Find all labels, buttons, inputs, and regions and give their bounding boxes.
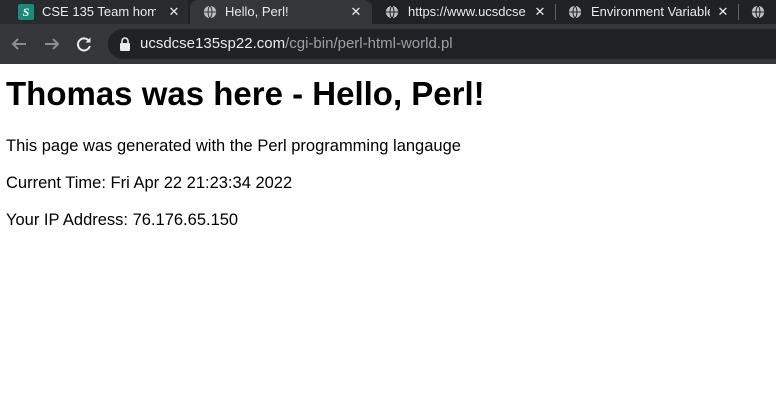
- reload-button[interactable]: [74, 34, 94, 54]
- url-host: ucsdcse135sp22.com: [140, 35, 286, 52]
- url-text: ucsdcse135sp22.com/cgi-bin/perl-html-wor…: [140, 35, 453, 53]
- description-text: This page was generated with the Perl pr…: [6, 137, 461, 155]
- tab-title: https://www.ucsdcse135sp22.com: [408, 4, 526, 19]
- s-favicon-icon: S: [18, 4, 34, 20]
- tab-ucsdcse135sp22[interactable]: https://www.ucsdcse135sp22.com ✕: [374, 0, 554, 24]
- globe-icon: [567, 4, 583, 20]
- address-bar[interactable]: ucsdcse135sp22.com/cgi-bin/perl-html-wor…: [108, 29, 776, 59]
- close-icon[interactable]: ✕: [166, 3, 182, 21]
- browser-toolbar: ucsdcse135sp22.com/cgi-bin/perl-html-wor…: [0, 24, 776, 64]
- globe-icon: [202, 4, 218, 20]
- close-icon[interactable]: ✕: [348, 3, 364, 21]
- tab-title: Environment Variables: [591, 4, 710, 19]
- forward-button[interactable]: [42, 34, 62, 54]
- ip-address-text: Your IP Address: 76.176.65.150: [6, 211, 239, 229]
- lock-icon: [120, 37, 130, 51]
- globe-icon: [750, 4, 766, 20]
- forward-arrow-icon: [45, 38, 60, 50]
- page-content: Thomas was here - Hello, Perl! This page…: [0, 64, 776, 400]
- tab-title: Hello, Perl!: [225, 4, 289, 19]
- tab-hello-perl[interactable]: Hello, Perl! ✕: [190, 0, 372, 24]
- tab-strip: S CSE 135 Team homepage ✕ Hello, Perl! ✕…: [0, 0, 776, 24]
- current-time-text: Current Time: Fri Apr 22 21:23:34 2022: [6, 174, 293, 192]
- tab-separator: [555, 4, 556, 20]
- tab-title: CSE 135 Team homepage: [42, 4, 156, 19]
- close-icon[interactable]: ✕: [715, 3, 731, 21]
- url-path: /cgi-bin/perl-html-world.pl: [285, 35, 453, 52]
- page-heading: Thomas was here - Hello, Perl!: [6, 75, 485, 112]
- back-arrow-icon: [11, 38, 26, 50]
- tab-environment-variables[interactable]: Environment Variables ✕: [557, 0, 737, 24]
- close-icon[interactable]: ✕: [532, 3, 548, 21]
- tab-cse135-team-homepage[interactable]: S CSE 135 Team homepage ✕: [0, 0, 188, 24]
- tab-partial[interactable]: [740, 0, 776, 24]
- globe-icon: [384, 4, 400, 20]
- back-button[interactable]: [9, 34, 29, 54]
- tab-separator: [738, 4, 739, 20]
- reload-icon: [77, 37, 91, 52]
